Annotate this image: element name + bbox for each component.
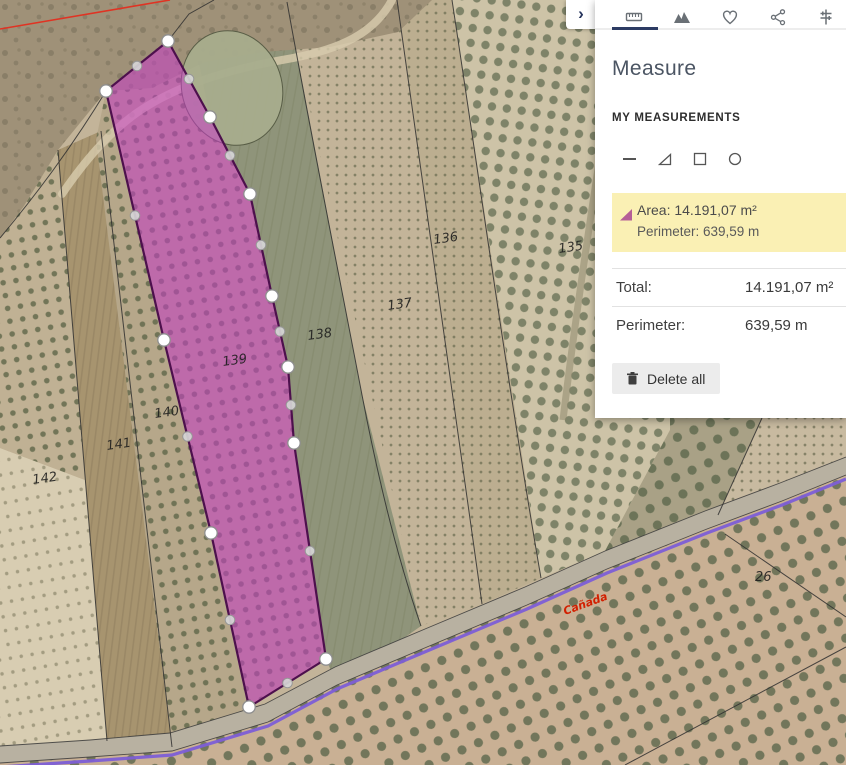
area-value: Area: 14.191,07 m²: [637, 202, 757, 218]
active-tab-underline: [612, 27, 658, 30]
midpoint-handle[interactable]: [132, 61, 142, 71]
midpoint-handle[interactable]: [305, 546, 315, 556]
vertex-handle[interactable]: [288, 437, 300, 449]
area-tool[interactable]: [657, 152, 672, 167]
area-triangle-icon: [619, 208, 633, 222]
measure-panel: Measure MY MEASUREMENTS Area: 14.191,07 …: [595, 0, 846, 418]
line-tool[interactable]: [622, 152, 637, 167]
vertex-handle[interactable]: [266, 290, 278, 302]
vertex-handle[interactable]: [243, 701, 255, 713]
midpoint-handle[interactable]: [130, 211, 140, 221]
collapse-panel-button[interactable]: ›: [566, 0, 596, 29]
elevation-profile-icon[interactable]: [673, 8, 691, 26]
total-value: 14.191,07 m²: [745, 279, 833, 296]
circle-tool[interactable]: [727, 152, 742, 167]
rectangle-tool[interactable]: [692, 152, 707, 167]
totals-table: Total: 14.191,07 m² Perimeter: 639,59 m: [595, 268, 846, 344]
section-heading: MY MEASUREMENTS: [612, 112, 741, 124]
vertex-handle[interactable]: [100, 85, 112, 97]
midpoint-handle[interactable]: [225, 615, 235, 625]
vertex-handle[interactable]: [320, 653, 332, 665]
total-row: Total: 14.191,07 m²: [612, 268, 846, 306]
heart-icon[interactable]: [721, 8, 739, 26]
app-window: 13513613713813914014114226 Cañada ›: [0, 0, 846, 765]
midpoint-handle[interactable]: [283, 678, 293, 688]
perimeter-row: Perimeter: 639,59 m: [612, 306, 846, 344]
midpoint-handle[interactable]: [256, 240, 266, 250]
midpoint-handle[interactable]: [286, 400, 296, 410]
vertex-handle[interactable]: [162, 35, 174, 47]
vertex-handle[interactable]: [205, 527, 217, 539]
vertex-handle[interactable]: [158, 334, 170, 346]
midpoint-handle[interactable]: [225, 151, 235, 161]
vertex-handle[interactable]: [244, 188, 256, 200]
vertex-handle[interactable]: [282, 361, 294, 373]
measure-tools: [622, 150, 742, 168]
perimeter-label: Perimeter:: [612, 317, 685, 334]
perimeter-value: Perimeter: 639,59 m: [637, 224, 759, 239]
filters-icon[interactable]: [817, 8, 835, 26]
midpoint-handle[interactable]: [275, 327, 285, 337]
perimeter-total-value: 639,59 m: [745, 317, 808, 334]
trash-icon: [627, 372, 638, 385]
vertex-handle[interactable]: [204, 111, 216, 123]
parcel-label: 26: [755, 570, 772, 585]
share-icon[interactable]: [769, 8, 787, 26]
measurement-result-card[interactable]: Area: 14.191,07 m² Perimeter: 639,59 m: [612, 193, 846, 252]
panel-title: Measure: [612, 57, 697, 81]
midpoint-handle[interactable]: [184, 74, 194, 84]
total-label: Total:: [612, 279, 652, 296]
delete-all-label: Delete all: [647, 371, 705, 387]
midpoint-handle[interactable]: [183, 432, 193, 442]
delete-all-button[interactable]: Delete all: [612, 363, 720, 394]
ruler-icon[interactable]: [625, 8, 643, 26]
